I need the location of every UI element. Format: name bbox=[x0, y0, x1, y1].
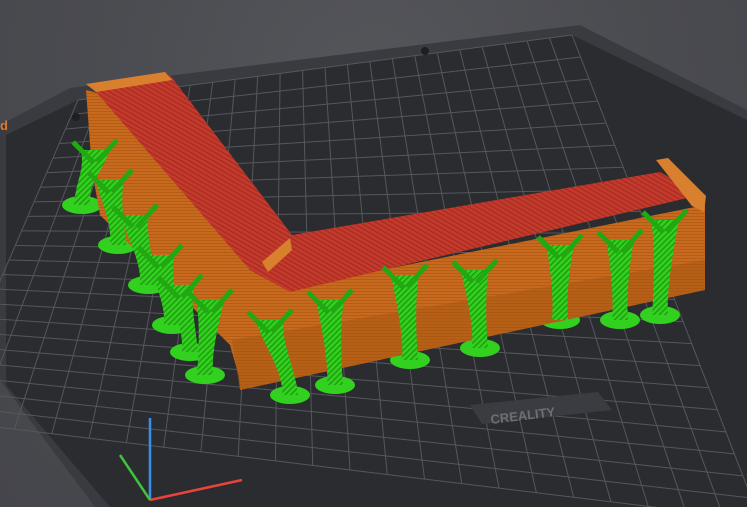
edge-label: d bbox=[0, 118, 8, 133]
build-plate-scene[interactable]: CREALITY bbox=[0, 0, 747, 507]
bed-screw bbox=[421, 47, 429, 55]
bed-screw bbox=[72, 113, 80, 121]
3d-viewport[interactable]: CREALITY d bbox=[0, 0, 747, 507]
